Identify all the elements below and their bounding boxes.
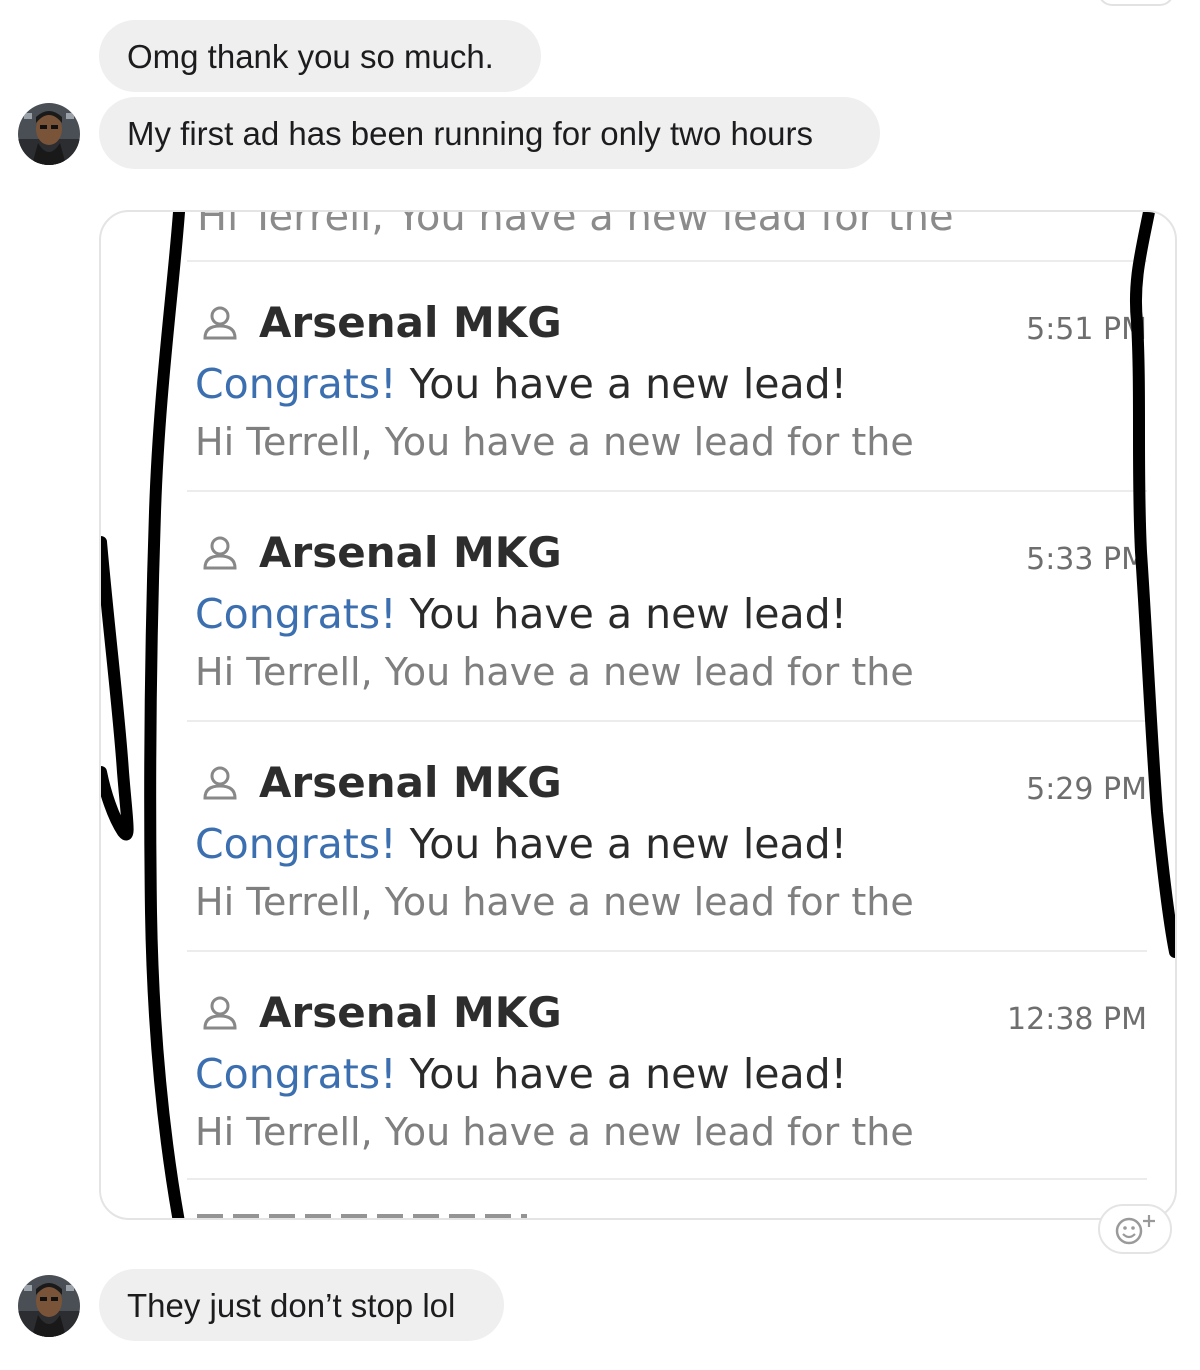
email-list-item: Arsenal MKG 5:33 PM Congrats! You have a…: [187, 490, 1147, 720]
message-text: My first ad has been running for only tw…: [127, 114, 814, 152]
email-sender: Arsenal MKG: [259, 758, 562, 807]
message-text: Omg thank you so much.: [127, 37, 494, 75]
email-subject: Congrats! You have a new lead!: [195, 820, 847, 868]
message-bubble[interactable]: My first ad has been running for only tw…: [99, 97, 880, 169]
email-time: 12:38 PM: [1007, 1002, 1147, 1037]
person-icon: [203, 996, 237, 1030]
person-icon: [203, 766, 237, 800]
email-subject: Congrats! You have a new lead!: [195, 360, 847, 408]
message-text: They just don’t stop lol: [127, 1286, 456, 1324]
email-subject: Congrats! You have a new lead!: [195, 590, 847, 638]
email-time: 5:29 PM: [1026, 772, 1147, 807]
email-list-item: Arsenal MKG 5:29 PM Congrats! You have a…: [187, 720, 1147, 950]
email-list-item: Arsenal MKG 12:38 PM Congrats! You have …: [187, 950, 1147, 1180]
add-reaction-icon: [1115, 1215, 1155, 1245]
add-reaction-button[interactable]: [1098, 1204, 1172, 1254]
email-subject-accent: Congrats!: [195, 360, 397, 408]
email-subject-rest: You have a new lead!: [396, 1050, 848, 1098]
avatar[interactable]: [18, 103, 80, 165]
person-icon: [203, 536, 237, 570]
email-preview: Hi Terrell, You have a new lead for the: [195, 650, 914, 694]
email-preview: Hi Terrell, You have a new lead for the: [195, 1110, 914, 1154]
cropped-preview-text: Hi Terrell, You have a new lead for the: [197, 210, 954, 240]
email-sender: Arsenal MKG: [259, 298, 562, 347]
email-subject-rest: You have a new lead!: [396, 820, 848, 868]
avatar-image: [18, 1275, 80, 1337]
email-list-item: Arsenal MKG 5:51 PM Congrats! You have a…: [187, 260, 1147, 490]
cropped-sender-text: [197, 1214, 527, 1218]
email-time: 5:51 PM: [1026, 312, 1147, 347]
message-bubble[interactable]: They just don’t stop lol: [99, 1269, 504, 1341]
email-subject-rest: You have a new lead!: [396, 360, 848, 408]
email-subject-accent: Congrats!: [195, 820, 397, 868]
email-subject-accent: Congrats!: [195, 1050, 397, 1098]
email-sender: Arsenal MKG: [259, 988, 562, 1037]
email-subject: Congrats! You have a new lead!: [195, 1050, 847, 1098]
avatar[interactable]: [18, 1275, 80, 1337]
email-subject-accent: Congrats!: [195, 590, 397, 638]
shared-screenshot[interactable]: Hi Terrell, You have a new lead for the …: [99, 210, 1177, 1220]
email-preview: Hi Terrell, You have a new lead for the: [195, 420, 914, 464]
previous-attachment-edge: [1098, 0, 1174, 6]
email-sender: Arsenal MKG: [259, 528, 562, 577]
email-time: 5:33 PM: [1026, 542, 1147, 577]
message-bubble[interactable]: Omg thank you so much.: [99, 20, 541, 92]
email-subject-rest: You have a new lead!: [396, 590, 848, 638]
person-icon: [203, 306, 237, 340]
avatar-image: [18, 103, 80, 165]
email-preview: Hi Terrell, You have a new lead for the: [195, 880, 914, 924]
